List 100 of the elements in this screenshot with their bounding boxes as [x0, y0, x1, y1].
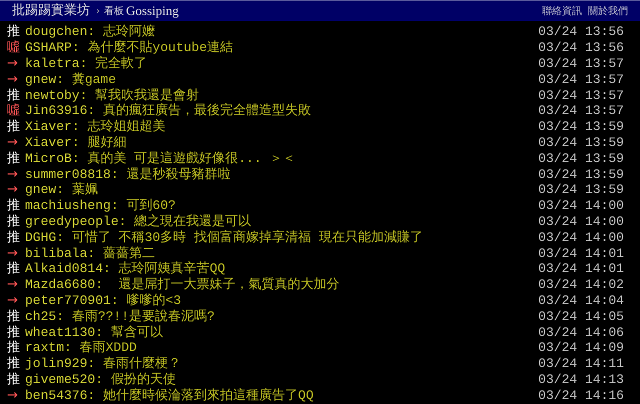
push-user: Alkaid0814	[25, 261, 104, 276]
push-time: 03/24 14:05	[538, 308, 624, 324]
push-user: peter770901	[25, 292, 111, 308]
board-name-link[interactable]: Gossiping	[126, 1, 179, 21]
push-user: Xiaver	[25, 119, 72, 134]
push-content: : 志玲姐姐超美	[72, 119, 166, 134]
push-user: bilibala	[25, 246, 88, 261]
push-tag: 推	[7, 372, 25, 387]
push-tag: 推	[7, 261, 25, 276]
push-content: : 春雨??!!是要說春泥嗎?	[56, 308, 215, 324]
push-user: wheat1130	[25, 324, 96, 340]
push-time: 03/24 14:16	[538, 388, 624, 403]
push-content: : 可惜了 不稱30多時 找個富商嫁掉享清福 現在只能加減賺了	[56, 230, 423, 245]
header-link[interactable]: 聯絡資訊	[542, 4, 582, 18]
push-time: 03/24 14:01	[538, 261, 624, 276]
push-tag: 推	[7, 356, 25, 372]
push-user: jolin929	[25, 356, 88, 372]
push-user: Mazda6680	[25, 277, 96, 292]
push-tag: →	[7, 388, 25, 403]
push-user: ben54376	[25, 388, 88, 403]
push-time: 03/24 13:57	[538, 72, 624, 87]
push-tag: →	[7, 134, 25, 150]
push-content: : 葉姵	[56, 182, 98, 198]
breadcrumb-separator: ›	[96, 4, 100, 18]
push-user: MicroB	[25, 150, 72, 166]
push-time: 03/24 14:04	[538, 292, 624, 308]
push-tag: 推	[7, 340, 25, 356]
header-link[interactable]: 關於我們	[588, 4, 628, 18]
push-time: 03/24 14:06	[538, 324, 624, 340]
push-tag: 推	[7, 119, 25, 134]
push-user: gnew	[25, 182, 56, 198]
push-content: : 腿好細	[72, 134, 126, 150]
push-content: : 幫我吹我還是會射	[80, 88, 200, 103]
push-time: 03/24 13:57	[538, 56, 624, 71]
push-tag: →	[7, 277, 25, 292]
push-time: 03/24 14:00	[538, 230, 624, 245]
push-user: newtoby	[25, 88, 80, 103]
push-tag: 推	[7, 230, 25, 245]
push-tag: →	[7, 56, 25, 71]
push-tag: 推	[7, 24, 25, 40]
push-time: 03/24 13:59	[538, 134, 624, 150]
push-user: dougchen	[25, 24, 88, 40]
push-content: : 真的瘋狂廣告，最後完全體造型失敗	[87, 103, 312, 118]
push-content: : 糞game	[56, 72, 116, 87]
push-time: 03/24 13:57	[538, 103, 624, 118]
push-time: 03/24 13:56	[538, 40, 624, 56]
push-time: 03/24 14:11	[538, 356, 624, 372]
push-content: : 可到60?	[110, 198, 176, 214]
push-content: : 春雨XDDD	[64, 340, 137, 356]
push-time: 03/24 14:02	[538, 277, 624, 292]
push-user: giveme520	[25, 372, 96, 387]
push-content: : 她什麼時候淪落到來拍這種廣告了QQ	[87, 388, 314, 403]
push-user: Xiaver	[25, 134, 72, 150]
push-time: 03/24 14:00	[538, 214, 624, 229]
push-time: 03/24 14:01	[538, 246, 624, 261]
push-tag: →	[7, 72, 25, 87]
push-time: 03/24 14:00	[538, 198, 624, 214]
push-user: ch25	[25, 308, 56, 324]
push-content: : 志玲阿姨真辛苦QQ	[103, 261, 226, 276]
push-user: greedypeople	[25, 214, 119, 229]
push-time: 03/24 13:59	[538, 150, 624, 166]
push-tag: 推	[7, 214, 25, 229]
push-user: gnew	[25, 72, 56, 87]
push-user: GSHARP	[25, 40, 72, 56]
push-time: 03/24 13:59	[538, 166, 624, 182]
push-user: DGHG	[25, 230, 56, 245]
push-tag: 噓	[7, 40, 25, 56]
push-time: 03/24 14:09	[538, 340, 624, 356]
push-content: : 完全軟了	[80, 56, 148, 71]
push-user: raxtm	[25, 340, 64, 356]
push-tag: →	[7, 166, 25, 182]
push-time: 03/24 13:59	[538, 119, 624, 134]
push-user: kaletra	[25, 56, 80, 71]
push-time: 03/24 13:59	[538, 182, 624, 198]
push-tag: 推	[7, 88, 25, 103]
site-title-link[interactable]: 批踢踢實業坊	[12, 1, 90, 21]
push-time: 03/24 14:13	[538, 372, 624, 387]
push-content: : 薔薔第二	[87, 246, 156, 261]
push-tag: 推	[7, 198, 25, 214]
push-content: : 真的美 可是這遊戲好像很... ＞＜	[72, 150, 296, 166]
push-time: 03/24 13:56	[538, 24, 624, 40]
push-tag: 噓	[7, 103, 25, 118]
push-tag: →	[7, 246, 25, 261]
push-tag: 推	[7, 150, 25, 166]
push-tag: 推	[7, 324, 25, 340]
board-label: 看板	[104, 4, 124, 18]
push-time: 03/24 13:57	[538, 88, 624, 103]
push-tag: 推	[7, 308, 25, 324]
push-content: : 還是屌打一大票妹子，氣質真的大加分	[95, 277, 340, 292]
push-content: : 幫含可以	[95, 324, 163, 340]
push-content: : 志玲阿嬤	[87, 24, 156, 40]
push-tag: →	[7, 182, 25, 198]
push-tag: →	[7, 292, 25, 308]
push-content: : 假扮的天使	[95, 372, 176, 387]
push-content: : 嗲嗲的<3	[110, 292, 182, 308]
push-user: machiusheng	[25, 198, 111, 214]
push-content: : 春雨什麼梗？	[87, 356, 182, 372]
push-content: : 還是秒殺母豬群啦	[110, 166, 230, 182]
push-content: : 為什麼不貼youtube連結	[72, 40, 234, 56]
push-user: summer08818	[25, 166, 111, 182]
